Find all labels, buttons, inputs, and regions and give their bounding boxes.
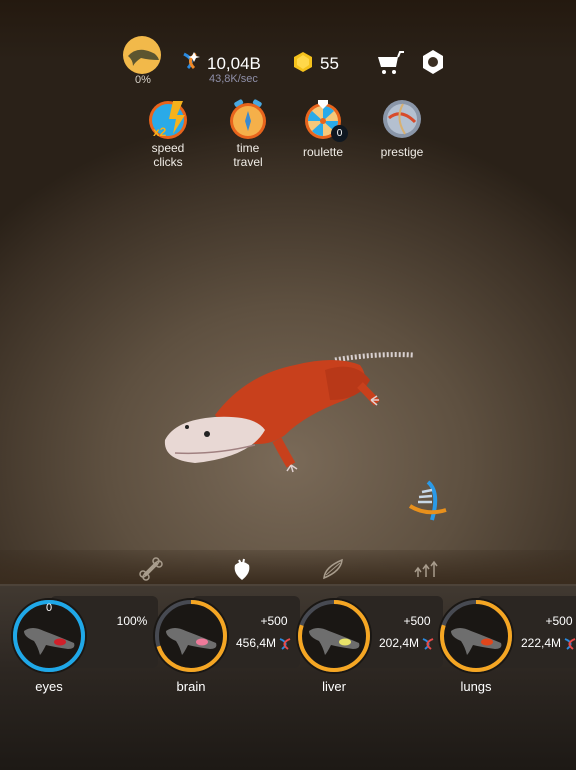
dna-amount: 10,04B xyxy=(207,54,261,73)
organ-name: brain xyxy=(176,679,206,694)
speed-clicks-button[interactable]: x2 speed clicks xyxy=(133,98,203,168)
organ-progress-ring xyxy=(438,598,514,674)
arrows-up-icon[interactable] xyxy=(412,555,440,583)
organ-level: 0 xyxy=(45,602,53,614)
speed-clicks-label: speed xyxy=(151,141,185,155)
gem-icon xyxy=(294,52,312,72)
prestige-button[interactable]: prestige xyxy=(367,98,437,158)
organ-name: lungs xyxy=(460,679,492,694)
roulette-badge: 0 xyxy=(331,125,348,142)
time-travel-label-2: travel xyxy=(233,155,263,169)
speed-clicks-label-2: clicks xyxy=(153,155,183,169)
category-tabs xyxy=(0,550,576,584)
hud-bar: 0% 10,04B 43,8K/sec 55 xyxy=(0,36,576,92)
evolution-progress: 0% xyxy=(135,74,151,86)
roulette-button[interactable]: 0 roulette xyxy=(288,98,358,158)
action-buttons: x2 speed clicks time travel 0 roulette p… xyxy=(0,98,576,173)
organ-brain[interactable]: +500 456,4M brain xyxy=(152,596,300,696)
organ-highlight xyxy=(339,638,351,646)
dna-icon xyxy=(279,637,291,650)
gem-count: 55 xyxy=(320,54,339,73)
organ-lungs[interactable]: +500 222,4M lungs xyxy=(437,596,576,696)
organ-cost-value: 202,4M xyxy=(379,636,420,650)
organ-progress-ring xyxy=(296,598,372,674)
settings-icon[interactable] xyxy=(421,49,445,75)
organ-eyes[interactable]: 0 100% eyes xyxy=(10,596,158,696)
organ-name: liver xyxy=(322,679,346,694)
prestige-dna-icon xyxy=(383,100,421,138)
evolution-button[interactable] xyxy=(123,36,161,74)
roulette-label: roulette xyxy=(302,145,344,159)
prestige-label: prestige xyxy=(380,145,424,159)
organ-cost-value: 222,4M xyxy=(521,636,562,650)
organ-cost-value: 456,4M xyxy=(236,636,277,650)
cart-icon[interactable] xyxy=(376,50,406,76)
bone-icon[interactable] xyxy=(137,555,165,583)
organ-cost: 222,4M xyxy=(521,636,576,651)
time-travel-button[interactable]: time travel xyxy=(213,98,283,168)
dna-icon xyxy=(422,637,434,650)
organ-bonus: +500 xyxy=(545,614,573,628)
organ-cost: 456,4M xyxy=(236,636,292,651)
dna-icon xyxy=(183,52,200,70)
svg-text:x2: x2 xyxy=(153,125,167,139)
organs-panel: 0 100% eyes +500 456,4M brain +500 202,4… xyxy=(0,584,576,770)
whale-icon xyxy=(128,49,159,66)
time-travel-label: time xyxy=(236,141,260,155)
creature-model[interactable] xyxy=(155,345,455,480)
alarm-clock-icon xyxy=(230,99,266,139)
organ-progress-ring xyxy=(153,598,229,674)
organ-highlight xyxy=(54,638,66,646)
speed-clicks-icon: x2 xyxy=(149,101,187,139)
dna-rate: 43,8K/sec xyxy=(209,73,258,85)
organ-highlight xyxy=(196,638,208,646)
dna-bonus-icon[interactable] xyxy=(406,480,448,522)
dna-icon xyxy=(564,637,576,650)
organ-name: eyes xyxy=(35,679,63,694)
organ-cost: 202,4M xyxy=(379,636,435,651)
muscle-icon[interactable] xyxy=(319,555,347,583)
organ-liver[interactable]: +500 202,4M liver xyxy=(295,596,443,696)
heart-icon[interactable] xyxy=(228,555,256,583)
organ-highlight xyxy=(481,638,493,646)
